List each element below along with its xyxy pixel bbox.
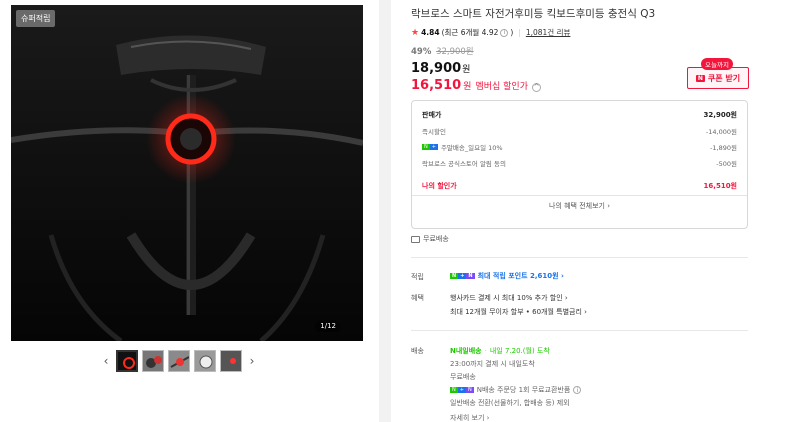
- bike-taillight-photo: [11, 5, 363, 341]
- sale-price: 18,900원: [411, 61, 470, 76]
- tomorrow-delivery-badge: N내일배송: [450, 347, 482, 355]
- breakdown-row-instant: 즉시할인 -14,000원: [422, 126, 737, 136]
- my-price-label: 나의 할인가: [422, 182, 457, 190]
- rating-recent-close: ): [510, 28, 514, 37]
- all-benefits-button[interactable]: 나의 혜택 전체보기 ›: [412, 201, 747, 211]
- coupon-button[interactable]: N 쿠폰 받기: [687, 67, 749, 89]
- free-exchange-text: N배송 주문당 1회 무료교환반품: [476, 386, 571, 394]
- price-breakdown-box: 판매가 32,900원 즉시할인 -14,000원 N + 주말배송_일요일 10…: [411, 100, 748, 229]
- chevron-up-icon[interactable]: ^: [532, 82, 541, 92]
- super-points-badge: 슈퍼적립: [16, 10, 56, 27]
- thumbnail-next-button[interactable]: ›: [246, 350, 258, 372]
- installment-benefit-link[interactable]: 최대 12개월 무이자 할부 • 60개월 특별금리 ›: [450, 307, 587, 317]
- my-price-value: 16,510원: [703, 182, 737, 190]
- breakdown-row-my-price: 나의 할인가 16,510원: [422, 181, 737, 191]
- rating-separator: |: [518, 28, 521, 37]
- breakdown-value: 32,900원: [703, 111, 737, 119]
- member-price-label: 멤버십 할인가: [475, 82, 528, 92]
- member-price-unit: 원: [463, 82, 472, 92]
- column-divider: [379, 0, 391, 422]
- delivery-date: 내일 7.20.(월) 도착: [489, 347, 550, 355]
- exchange-row: N + N N배송 주문당 1회 무료교환반품 i: [450, 385, 582, 395]
- today-only-tag: 오늘까지: [701, 58, 733, 70]
- thumbnail-3[interactable]: [168, 350, 190, 372]
- breakdown-label: 판매가: [422, 111, 442, 119]
- info-icon[interactable]: i: [500, 28, 509, 37]
- coupon-button-label: 쿠폰 받기: [707, 73, 741, 83]
- image-counter: 1/12: [315, 320, 341, 332]
- points-label: 적립: [411, 273, 424, 281]
- truck-icon: [411, 235, 420, 243]
- rating-row: ★ 4.84 (최근 6개월 4.92 i ) | 1,081건 리뷰: [411, 27, 570, 38]
- delivery-label: 배송: [411, 347, 424, 355]
- rating-score: 4.84: [421, 28, 440, 37]
- benefits-label: 혜택: [411, 294, 424, 302]
- breakdown-row-weekend: N + 주말배송_일요일 10% -1,890원: [422, 142, 737, 152]
- naver-membership-icon: N + N: [450, 387, 474, 393]
- member-price-value: 16,510: [411, 78, 462, 93]
- discount-row: 49% 32,900원: [411, 45, 474, 57]
- normal-delivery-note: 일반배송 전환(선물하기, 합배송 등) 제외: [450, 399, 570, 407]
- free-shipping-row: 무료배송: [411, 234, 449, 244]
- delivery-cutoff: 23:00까지 결제 시 내일도착: [450, 360, 535, 368]
- delivery-free: 무료배송: [450, 373, 476, 381]
- points-link[interactable]: N + N 최대 적립 포인트 2,610원 ›: [450, 271, 564, 281]
- breakdown-divider: [412, 195, 747, 196]
- member-price: 16,510 원 멤버십 할인가 ^: [411, 78, 541, 93]
- breakdown-row-list-price: 판매가 32,900원: [422, 110, 737, 120]
- naver-membership-icon: N + N: [450, 273, 475, 279]
- breakdown-label: 주말배송_일요일 10%: [440, 144, 503, 152]
- breakdown-label: 락브로스 공식스토어 알림 동의: [422, 160, 506, 168]
- rating-recent: (최근 6개월 4.92: [441, 28, 499, 37]
- points-text: 최대 적립 포인트 2,610원 ›: [477, 272, 564, 280]
- section-divider: [411, 257, 748, 258]
- star-icon: ★: [411, 27, 420, 38]
- naver-n-icon: N: [695, 74, 705, 82]
- breakdown-value: -14,000원: [705, 128, 737, 136]
- breakdown-label: 즉시할인: [422, 128, 446, 136]
- thumbnail-4[interactable]: [194, 350, 216, 372]
- sale-price-value: 18,900: [411, 61, 462, 76]
- info-icon[interactable]: i: [573, 386, 582, 394]
- sale-price-unit: 원: [462, 65, 471, 75]
- card-benefit-link[interactable]: 행사카드 결제 시 최대 10% 추가 할인 ›: [450, 293, 568, 303]
- thumbnail-1[interactable]: [116, 350, 138, 372]
- thumbnail-5[interactable]: [220, 350, 242, 372]
- breakdown-row-alarm: 락브로스 공식스토어 알림 동의 -500원: [422, 158, 737, 168]
- separator-dot: ·: [484, 347, 487, 355]
- section-divider: [411, 330, 748, 331]
- thumbnail-2[interactable]: [142, 350, 164, 372]
- thumbnail-strip: ‹ ›: [100, 350, 258, 372]
- delivery-more-link[interactable]: 자세히 보기 ›: [450, 413, 489, 422]
- original-price: 32,900원: [436, 47, 474, 57]
- review-count-link[interactable]: 1,081건 리뷰: [526, 27, 571, 38]
- free-shipping-label: 무료배송: [423, 235, 449, 243]
- product-main-image[interactable]: 슈퍼적립 1/12: [11, 5, 363, 341]
- coupon-area: N 쿠폰 받기 오늘까지: [687, 58, 749, 90]
- product-title: 락브로스 스마트 자전거후미등 킥보드후미등 충전식 Q3: [411, 8, 656, 20]
- naver-plus-icon: N +: [422, 144, 438, 150]
- thumbnail-prev-button[interactable]: ‹: [100, 350, 112, 372]
- delivery-date-row: N내일배송 · 내일 7.20.(월) 도착: [450, 346, 550, 356]
- breakdown-value: -1,890원: [710, 144, 737, 152]
- discount-percent: 49%: [411, 47, 432, 57]
- breakdown-value: -500원: [716, 160, 737, 168]
